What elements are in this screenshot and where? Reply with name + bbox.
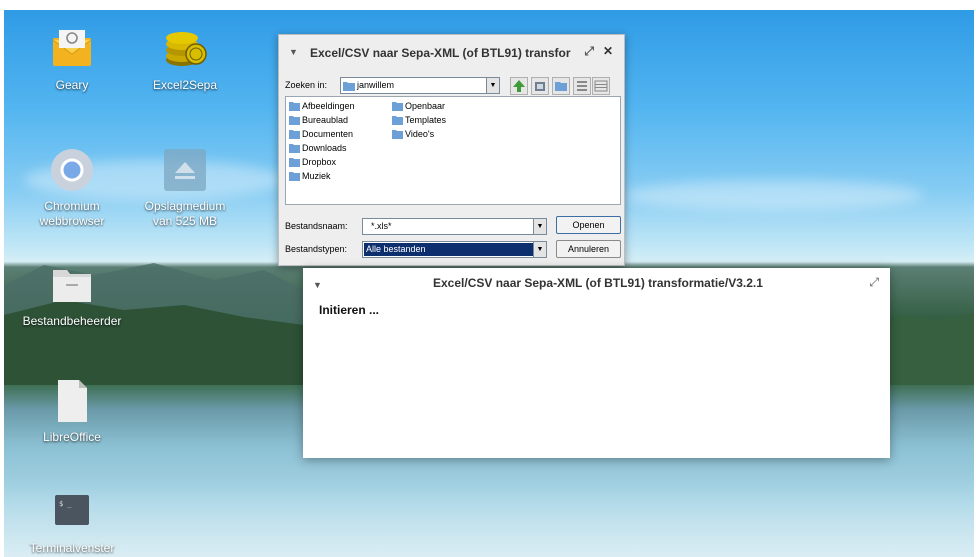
desktop-icon-label: Bestandbeheerder: [22, 314, 122, 328]
list-item[interactable]: Openbaar: [392, 100, 445, 113]
desktop-icon-label: Geary: [55, 78, 89, 92]
chevron-down-icon[interactable]: ▼: [486, 78, 499, 93]
dialog-title: Excel/CSV naar Sepa-XML (of BTL91) trans…: [310, 46, 571, 60]
file-name: Openbaar: [405, 101, 446, 111]
file-name: Afbeeldingen: [302, 101, 355, 111]
svg-text:$ _: $ _: [59, 500, 72, 508]
filetype-select[interactable]: Alle bestanden ▼: [362, 241, 547, 258]
coins-icon: [162, 26, 208, 72]
desktop-icon-file-manager[interactable]: Bestandbeheerder: [22, 262, 122, 329]
new-folder-button[interactable]: [552, 77, 570, 95]
filename-label: Bestandsnaam:: [285, 221, 348, 231]
progress-window-title: Excel/CSV naar Sepa-XML (of BTL91) trans…: [433, 276, 763, 290]
folder-icon: [289, 116, 300, 125]
list-view-button[interactable]: [573, 77, 591, 95]
home-icon: [535, 82, 545, 91]
file-name: Video's: [405, 129, 435, 139]
details-view-button[interactable]: [592, 77, 610, 95]
desktop-icon-terminal[interactable]: $ _ Terminalvenster: [22, 489, 122, 556]
filetype-row: Bestandstypen: Alle bestanden ▼ Annulere…: [285, 240, 623, 259]
home-button[interactable]: [531, 77, 549, 95]
folder-icon: [289, 158, 300, 167]
new-folder-icon: [555, 82, 567, 91]
mail-icon: [49, 26, 95, 72]
list-item[interactable]: Muziek: [289, 170, 331, 183]
restore-icon[interactable]: ⤢: [869, 275, 879, 290]
list-item[interactable]: Templates: [392, 114, 446, 127]
file-chooser-dialog: ▼ Excel/CSV naar Sepa-XML (of BTL91) tra…: [278, 34, 625, 266]
desktop-icon-label: Chromium webbrowser: [39, 199, 105, 228]
desktop-icon-storage[interactable]: Opslagmedium van 525 MB: [135, 147, 235, 229]
status-text: Initieren ...: [319, 303, 380, 317]
chromium-icon: [49, 147, 95, 193]
window-menu-icon[interactable]: ▼: [289, 47, 298, 57]
list-item[interactable]: Dropbox: [289, 156, 336, 169]
folder-icon: [289, 172, 300, 181]
file-list[interactable]: Afbeeldingen Bureaublad Documenten Downl…: [285, 96, 621, 205]
folder-icon: [392, 102, 403, 111]
cancel-button[interactable]: Annuleren: [556, 240, 621, 258]
terminal-icon: $ _: [49, 489, 95, 535]
desktop-icon-excel2sepa[interactable]: Excel2Sepa: [135, 26, 235, 93]
restore-icon[interactable]: ⤢: [584, 44, 594, 59]
list-item[interactable]: Bureaublad: [289, 114, 348, 127]
folder-icon: [289, 144, 300, 153]
file-name: Downloads: [302, 143, 347, 153]
list-item[interactable]: Downloads: [289, 142, 347, 155]
open-button[interactable]: Openen: [556, 216, 621, 234]
look-in-row: Zoeken in: janwillem ▼: [285, 77, 623, 95]
desktop-icon-geary[interactable]: Geary: [22, 26, 122, 93]
close-icon[interactable]: ✕: [603, 44, 613, 58]
up-arrow-icon: [513, 80, 525, 92]
list-view-icon: [577, 81, 587, 91]
folder-icon: [343, 82, 355, 91]
filename-value: *.xls*: [371, 221, 392, 231]
eject-icon: [162, 147, 208, 193]
desktop-icon-label: LibreOffice: [43, 430, 101, 444]
desktop-icon-label: Opslagmedium van 525 MB: [144, 199, 226, 228]
folder-icon: [392, 130, 403, 139]
file-name: Bureaublad: [302, 115, 349, 125]
document-icon: [49, 378, 95, 424]
file-name: Templates: [405, 115, 447, 125]
filename-input[interactable]: *.xls* ▼: [362, 218, 547, 235]
folder-icon: [392, 116, 403, 125]
up-folder-button[interactable]: [510, 77, 528, 95]
list-item[interactable]: Afbeeldingen: [289, 100, 355, 113]
progress-window: ▼ Excel/CSV naar Sepa-XML (of BTL91) tra…: [303, 268, 890, 458]
filetype-label: Bestandstypen:: [285, 244, 348, 254]
chevron-down-icon[interactable]: ▼: [533, 219, 546, 234]
desktop-icon-libreoffice[interactable]: LibreOffice: [22, 378, 122, 445]
look-in-label: Zoeken in:: [285, 80, 328, 90]
look-in-combo[interactable]: janwillem ▼: [340, 77, 500, 94]
details-view-icon: [594, 80, 608, 92]
look-in-value: janwillem: [357, 80, 395, 90]
file-name: Documenten: [302, 129, 354, 139]
list-item[interactable]: Video's: [392, 128, 434, 141]
window-menu-icon[interactable]: ▼: [313, 280, 322, 290]
desktop-icon-chromium[interactable]: Chromium webbrowser: [22, 147, 122, 229]
file-name: Dropbox: [302, 157, 337, 167]
folder-icon: [289, 130, 300, 139]
chevron-down-icon[interactable]: ▼: [533, 242, 546, 257]
lake-reflection: [4, 480, 974, 557]
filetype-value: Alle bestanden: [364, 243, 533, 256]
filename-row: Bestandsnaam: *.xls* ▼ Openen: [285, 216, 623, 236]
desktop-icon-label: Terminalvenster: [29, 541, 115, 555]
desktop-icon-label: Excel2Sepa: [152, 78, 218, 92]
file-name: Muziek: [302, 171, 331, 181]
list-item[interactable]: Documenten: [289, 128, 353, 141]
folder-icon: [49, 262, 95, 308]
dialog-titlebar[interactable]: ▼ Excel/CSV naar Sepa-XML (of BTL91) tra…: [279, 35, 624, 69]
cloud: [624, 180, 924, 210]
folder-icon: [289, 102, 300, 111]
